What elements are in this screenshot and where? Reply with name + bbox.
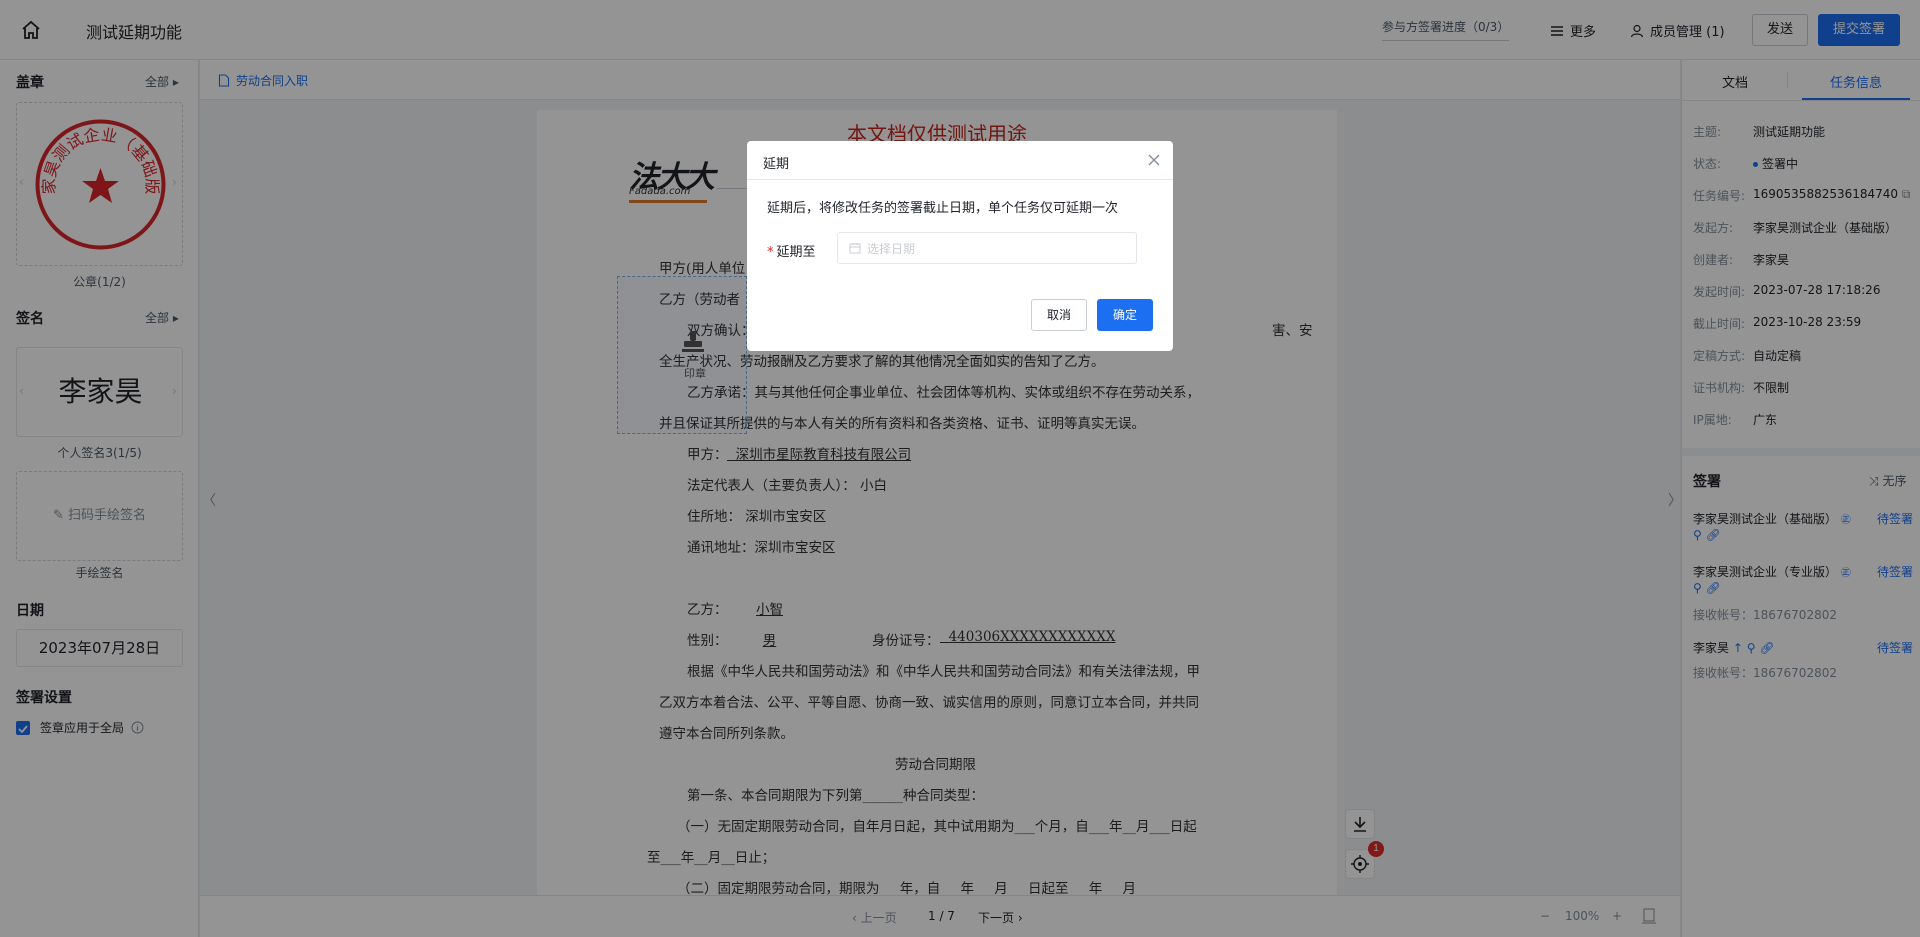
date-picker-input[interactable]: 选择日期 [837,232,1137,264]
cancel-button[interactable]: 取消 [1031,299,1087,331]
close-icon[interactable] [1147,153,1161,167]
required-mark: * [767,245,774,260]
dialog-title: 延期 [763,157,790,172]
extend-deadline-dialog: 延期 延期后，将修改任务的签署截止日期，单个任务仅可延期一次 * 延期至 选择日期… [747,141,1173,351]
field-label: * 延期至 [767,245,816,260]
dialog-header: 延期 [747,141,1173,180]
calendar-icon [849,243,861,254]
dialog-description: 延期后，将修改任务的签署截止日期，单个任务仅可延期一次 [767,201,1119,216]
date-placeholder: 选择日期 [867,241,916,256]
confirm-button[interactable]: 确定 [1097,299,1153,331]
